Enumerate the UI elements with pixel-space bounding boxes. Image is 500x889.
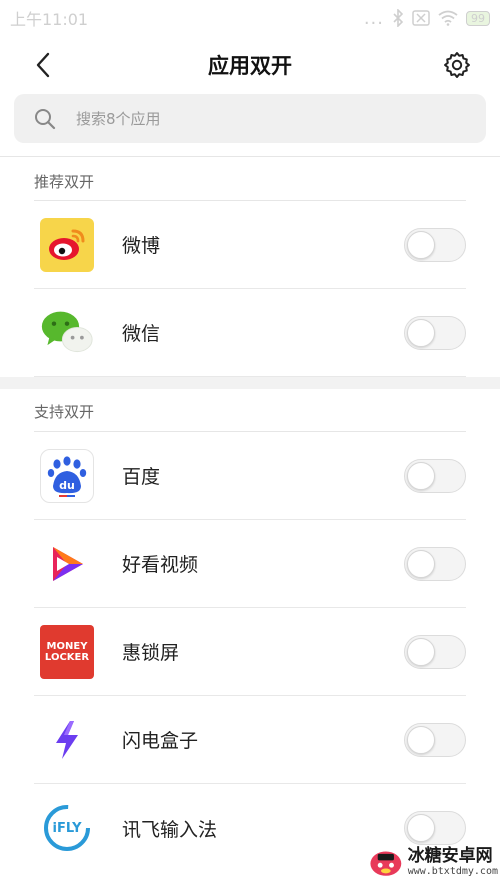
app-name: 百度 [122,466,161,488]
gear-icon [444,52,470,78]
search-input[interactable] [76,109,436,128]
search-icon [35,108,56,129]
header: 应用双开 [0,40,500,90]
toggle-knob [407,725,435,754]
no-sim-icon [412,10,430,26]
app-name: 闪电盒子 [122,730,199,752]
dual-app-toggle-haokan[interactable] [404,546,466,581]
dual-app-toggle-wechat[interactable] [404,315,466,350]
app-row-lightning-box[interactable]: 闪电盒子 [34,696,466,784]
app-row-baidu[interactable]: du 百度 [34,432,466,520]
toggle-knob [407,637,435,666]
watermark-url: www.btxtdmy.com [407,866,498,877]
back-button[interactable] [26,48,60,82]
ifly-icon-text: iFLY [52,820,82,836]
toggle-knob [407,814,435,842]
section-title-recommended: 推荐双开 [34,173,95,191]
svg-text:du: du [59,479,75,492]
toggle-knob [407,230,435,259]
dual-app-toggle-money-locker[interactable] [404,634,466,669]
baidu-icon: du [40,448,94,503]
watermark-text: 冰糖安卓网 www.btxtdmy.com [408,846,498,878]
wifi-icon [438,10,458,26]
toggle-knob [407,318,435,347]
status-dots: ... [363,7,384,29]
search-bar[interactable] [14,94,486,143]
app-name: 讯飞输入法 [122,818,218,841]
section-gap [0,377,500,389]
money-locker-icon-text: LOCKER [44,651,90,663]
haokan-video-icon [40,537,94,591]
settings-button[interactable] [440,48,474,82]
watermark: 冰糖安卓网 www.btxtdmy.com [368,839,498,885]
app-row-money-locker[interactable]: MONEY LOCKER 惠锁屏 [34,608,466,696]
status-icons: ... 99 [364,8,490,29]
lightning-box-icon [40,713,94,767]
weibo-icon [40,217,94,272]
app-row-weibo[interactable]: 微博 [34,201,466,289]
app-name: 微博 [122,235,161,257]
app-row-haokan[interactable]: 好看视频 [34,520,466,608]
status-time: 上午11:01 [10,10,89,29]
battery-indicator: 99 [466,10,490,26]
header-divider [0,156,500,157]
money-locker-icon: MONEY LOCKER [40,624,94,679]
dual-app-toggle-weibo[interactable] [404,227,466,262]
page-title: 应用双开 [208,54,292,78]
status-bar: 上午11:01 ... 99 [0,0,500,36]
dual-app-toggle-lightning-box[interactable] [404,722,466,757]
section-title-supported: 支持双开 [34,403,95,421]
chevron-left-icon [36,52,50,78]
app-name: 惠锁屏 [122,642,180,664]
toggle-knob [407,549,435,578]
ifly-icon: iFLY [40,801,94,855]
bluetooth-icon [393,9,404,27]
app-name: 好看视频 [122,554,199,576]
app-row-wechat[interactable]: 微信 [34,289,466,377]
watermark-logo-icon [370,851,402,876]
money-locker-icon-text: MONEY [46,640,88,652]
toggle-knob [407,461,435,490]
watermark-main-text: 冰糖安卓网 [407,846,493,866]
dual-app-toggle-baidu[interactable] [404,458,466,493]
app-name: 微信 [122,323,161,345]
wechat-icon [40,306,94,360]
